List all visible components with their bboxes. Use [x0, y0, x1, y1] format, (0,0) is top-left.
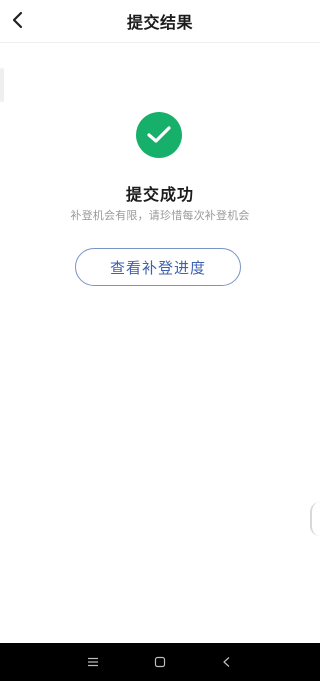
success-check-icon [136, 112, 182, 158]
right-edge-handle[interactable] [310, 502, 320, 536]
view-progress-button[interactable]: 查看补登进度 [75, 248, 241, 286]
success-description: 补登机会有限，请珍惜每次补登机会 [70, 209, 250, 222]
system-navigation-bar [0, 643, 320, 681]
check-icon [147, 126, 171, 143]
success-title: 提交成功 [125, 185, 194, 204]
page-title: 提交结果 [126, 13, 193, 32]
back-button[interactable] [6, 8, 30, 32]
chevron-left-icon [12, 11, 23, 29]
triangle-back-icon [223, 657, 230, 667]
top-bar: 提交结果 [0, 0, 320, 43]
square-icon [154, 656, 166, 668]
left-edge-handle [0, 68, 4, 102]
nav-home-button[interactable] [150, 652, 170, 672]
nav-back-button[interactable] [217, 652, 237, 672]
menu-icon [88, 657, 99, 667]
nav-menu-button[interactable] [83, 652, 103, 672]
